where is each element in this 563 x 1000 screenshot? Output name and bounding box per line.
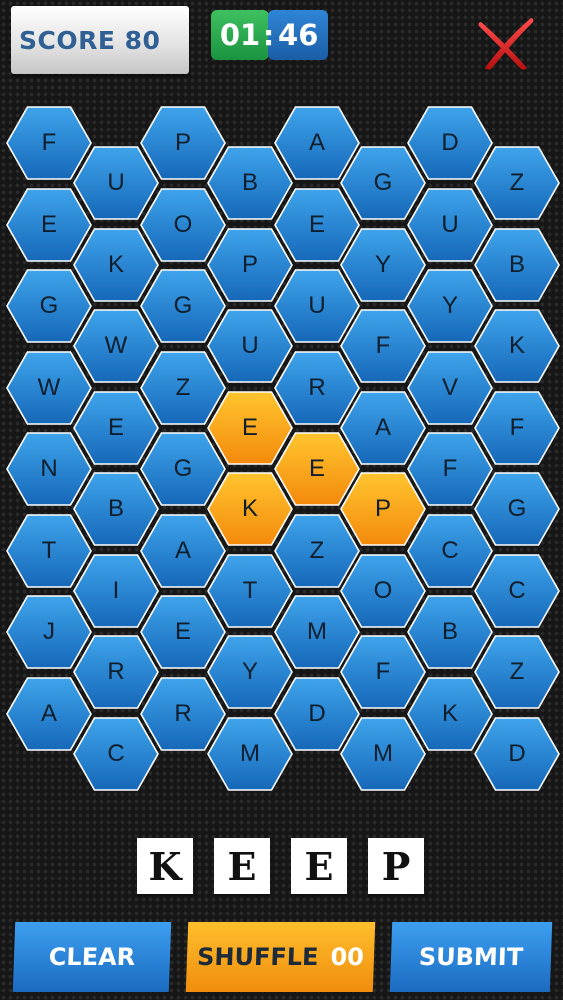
- hex-cell[interactable]: B: [474, 227, 560, 302]
- shuffle-button[interactable]: SHUFFLE 00: [185, 922, 376, 992]
- hex-letter: D: [508, 739, 526, 767]
- hex-letter: Z: [509, 658, 525, 685]
- word-tile: P: [368, 838, 424, 894]
- hex-letter: Z: [509, 169, 525, 196]
- shuffle-button-label: SHUFFLE: [196, 943, 319, 971]
- word-tile: K: [137, 838, 193, 894]
- hex-cell[interactable]: K: [474, 309, 560, 383]
- timer-separator: :: [263, 18, 275, 52]
- hex-letter: B: [508, 250, 525, 278]
- clear-button[interactable]: CLEAR: [12, 922, 172, 992]
- word-tile: E: [214, 838, 270, 894]
- submit-button-label: SUBMIT: [418, 943, 524, 971]
- hex-cell[interactable]: Z: [474, 635, 560, 709]
- hex-letter: G: [507, 495, 527, 522]
- hex-letter: F: [509, 413, 525, 441]
- hex-cell[interactable]: Z: [474, 146, 560, 220]
- word-tiles: K E E P: [0, 838, 563, 896]
- hex-cell[interactable]: C: [474, 553, 560, 628]
- hex-letter: K: [508, 332, 525, 359]
- hex-cell[interactable]: G: [474, 472, 560, 546]
- submit-button[interactable]: SUBMIT: [389, 922, 553, 992]
- word-tile: E: [291, 838, 347, 894]
- shuffle-count: 00: [329, 943, 365, 971]
- clear-button-label: CLEAR: [48, 943, 136, 971]
- hex-cell[interactable]: D: [474, 716, 560, 791]
- hex-cell[interactable]: F: [474, 390, 560, 465]
- hex-letter: C: [508, 576, 526, 604]
